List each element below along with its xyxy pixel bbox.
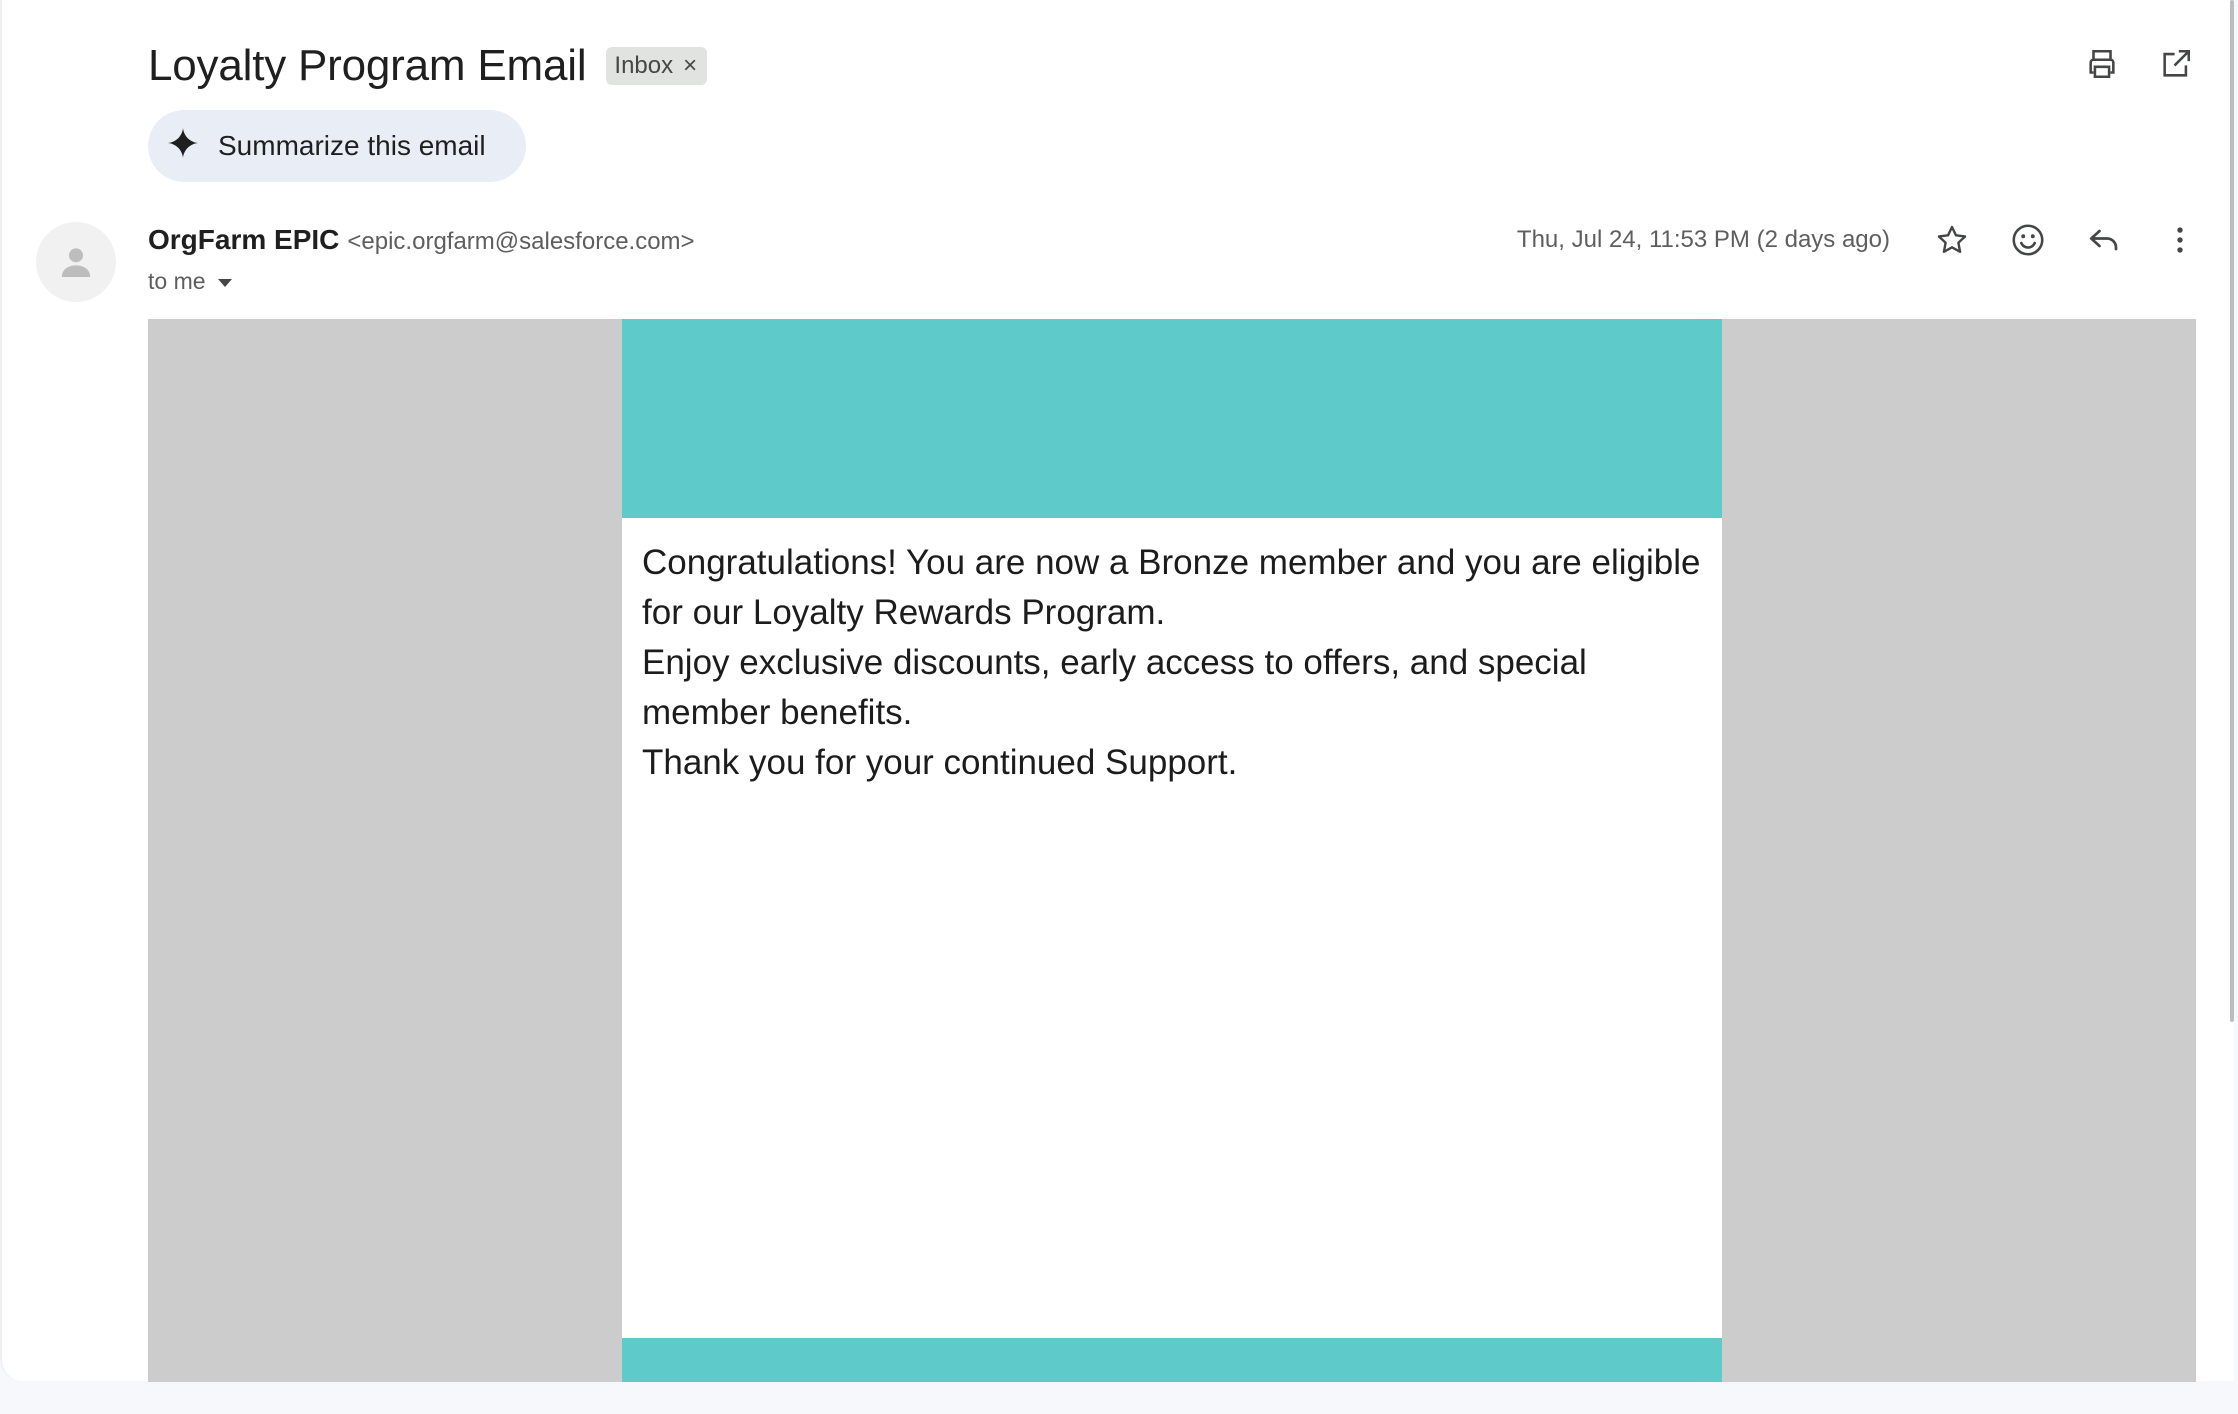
email-content-column: Congratulations! You are now a Bronze me… [622,319,1722,1382]
scrollbar[interactable] [2230,0,2234,1022]
reply-icon[interactable] [2086,222,2122,258]
subject-row: Loyalty Program Email Inbox × [148,36,708,96]
email-date: Thu, Jul 24, 11:53 PM (2 days ago) [1516,226,1890,253]
inbox-label-chip[interactable]: Inbox × [606,47,708,85]
email-body: Congratulations! You are now a Bronze me… [148,319,2196,1382]
chevron-down-icon [217,278,232,287]
email-message: Congratulations! You are now a Bronze me… [622,518,1722,788]
sender-name[interactable]: OrgFarm EPIC [148,224,339,256]
message-paragraph: Thank you for your continued Support. [642,743,1238,782]
remove-label-icon[interactable]: × [683,54,697,78]
footer-banner [622,1338,1722,1382]
open-in-new-window-icon[interactable] [2158,46,2194,82]
more-vert-icon[interactable] [2162,222,2198,258]
recipients-toggle[interactable]: to me [148,268,232,295]
sender-email: <epic.orgfarm@salesforce.com> [347,228,695,255]
star-icon[interactable] [1934,222,1970,258]
email-subject: Loyalty Program Email [148,41,587,90]
thread-actions [2084,46,2194,82]
summarize-label: Summarize this email [218,130,486,161]
sender-line: OrgFarm EPIC <epic.orgfarm@salesforce.co… [148,224,695,256]
sender-avatar[interactable] [36,222,116,302]
print-icon[interactable] [2084,46,2120,82]
message-paragraph: Congratulations! You are now a Bronze me… [642,543,1701,632]
header-banner [622,319,1722,518]
label-text: Inbox [614,52,674,79]
message-paragraph: Enjoy exclusive discounts, early access … [642,643,1587,732]
email-view-pane: Loyalty Program Email Inbox × Summarize … [0,0,2234,1382]
to-text: to me [148,268,206,294]
sparkle-icon [166,126,200,167]
emoji-icon[interactable] [2010,222,2046,258]
message-actions: Thu, Jul 24, 11:53 PM (2 days ago) [1517,222,2198,258]
person-icon [61,248,91,277]
summarize-email-button[interactable]: Summarize this email [148,110,526,182]
